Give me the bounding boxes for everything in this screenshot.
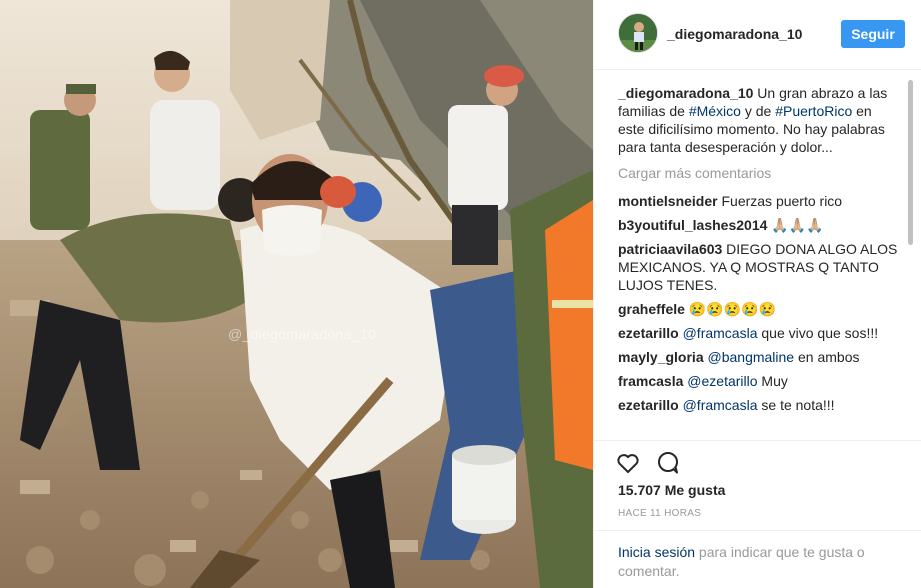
- scrollbar-thumb[interactable]: [908, 80, 913, 245]
- follow-button[interactable]: Seguir: [841, 20, 905, 48]
- comment-bubble-icon: [658, 452, 678, 474]
- avatar[interactable]: [618, 13, 658, 53]
- comment-username[interactable]: ezetarillo: [618, 325, 679, 341]
- comments-list[interactable]: _diegomaradona_10 Un gran abrazo a las f…: [618, 84, 902, 438]
- list-item: graheffele 😢😢😢😢😢: [618, 300, 902, 318]
- comment-text: que vivo que sos!!!: [757, 325, 879, 341]
- comment-username[interactable]: graheffele: [618, 301, 685, 317]
- comment-mention[interactable]: @bangmaline: [704, 349, 794, 365]
- caption-username[interactable]: _diegomaradona_10: [618, 85, 753, 101]
- comment-username[interactable]: b3youtiful_lashes2014: [618, 217, 767, 233]
- avatar-image: [619, 14, 657, 52]
- list-item: mayly_gloria @bangmaline en ambos: [618, 348, 902, 366]
- likes-count[interactable]: 15.707 Me gusta: [618, 482, 725, 498]
- comment-mention[interactable]: @framcasla: [679, 397, 758, 413]
- post-timestamp: HACE 11 HORAS: [618, 508, 702, 519]
- login-prompt: Inicia sesión para indicar que te gusta …: [594, 530, 921, 588]
- comment-mention[interactable]: @framcasla: [679, 325, 758, 341]
- comment-username[interactable]: framcasla: [618, 373, 683, 389]
- hashtag-puertorico[interactable]: #PuertoRico: [775, 103, 852, 119]
- list-item: ezetarillo @framcasla se te nota!!!: [618, 396, 902, 414]
- comment-mention[interactable]: @ezetarillo: [683, 373, 757, 389]
- comment-text: se te nota!!!: [757, 397, 835, 413]
- rescue-scene-image: [0, 0, 593, 588]
- comment-text: en ambos: [794, 349, 860, 365]
- like-button[interactable]: [614, 449, 642, 477]
- post-actions: [594, 440, 921, 484]
- list-item: ezetarillo @framcasla que vivo que sos!!…: [618, 324, 902, 342]
- photo-watermark: @_diegomaradona_10: [228, 326, 377, 342]
- heart-icon: [617, 454, 639, 473]
- post-caption: _diegomaradona_10 Un gran abrazo a las f…: [618, 84, 902, 156]
- comment-button[interactable]: [654, 449, 682, 477]
- list-item: b3youtiful_lashes2014 🙏🏼🙏🏼🙏🏼: [618, 216, 902, 234]
- comment-username[interactable]: montielsneider: [618, 193, 718, 209]
- post-sidebar: _diegomaradona_10 Seguir _diegomaradona_…: [593, 0, 921, 588]
- comment-username[interactable]: mayly_gloria: [618, 349, 704, 365]
- comment-username[interactable]: patriciaavila603: [618, 241, 722, 257]
- list-item: patriciaavila603 DIEGO DONA ALGO ALOS ME…: [618, 240, 902, 294]
- comment-text: 😢😢😢😢😢: [684, 301, 776, 317]
- comments-scrollbar[interactable]: [907, 80, 914, 438]
- load-more-comments-button[interactable]: Cargar más comentarios: [618, 164, 902, 182]
- list-item: montielsneider Fuerzas puerto rico: [618, 192, 902, 210]
- login-link[interactable]: Inicia sesión: [618, 544, 695, 560]
- hashtag-mexico[interactable]: #México: [689, 103, 741, 119]
- post-photo[interactable]: @_diegomaradona_10: [0, 0, 593, 588]
- comment-text: 🙏🏼🙏🏼🙏🏼: [767, 217, 824, 233]
- header-username[interactable]: _diegomaradona_10: [667, 26, 802, 42]
- post-header: _diegomaradona_10 Seguir: [594, 0, 921, 70]
- comment-username[interactable]: ezetarillo: [618, 397, 679, 413]
- comment-text: Fuerzas puerto rico: [717, 193, 843, 209]
- caption-text: y de: [740, 103, 776, 119]
- comment-text: Muy: [757, 373, 788, 389]
- instagram-post: @_diegomaradona_10 _diegomaradona_10 Seg…: [0, 0, 921, 588]
- list-item: framcasla @ezetarillo Muy: [618, 372, 902, 390]
